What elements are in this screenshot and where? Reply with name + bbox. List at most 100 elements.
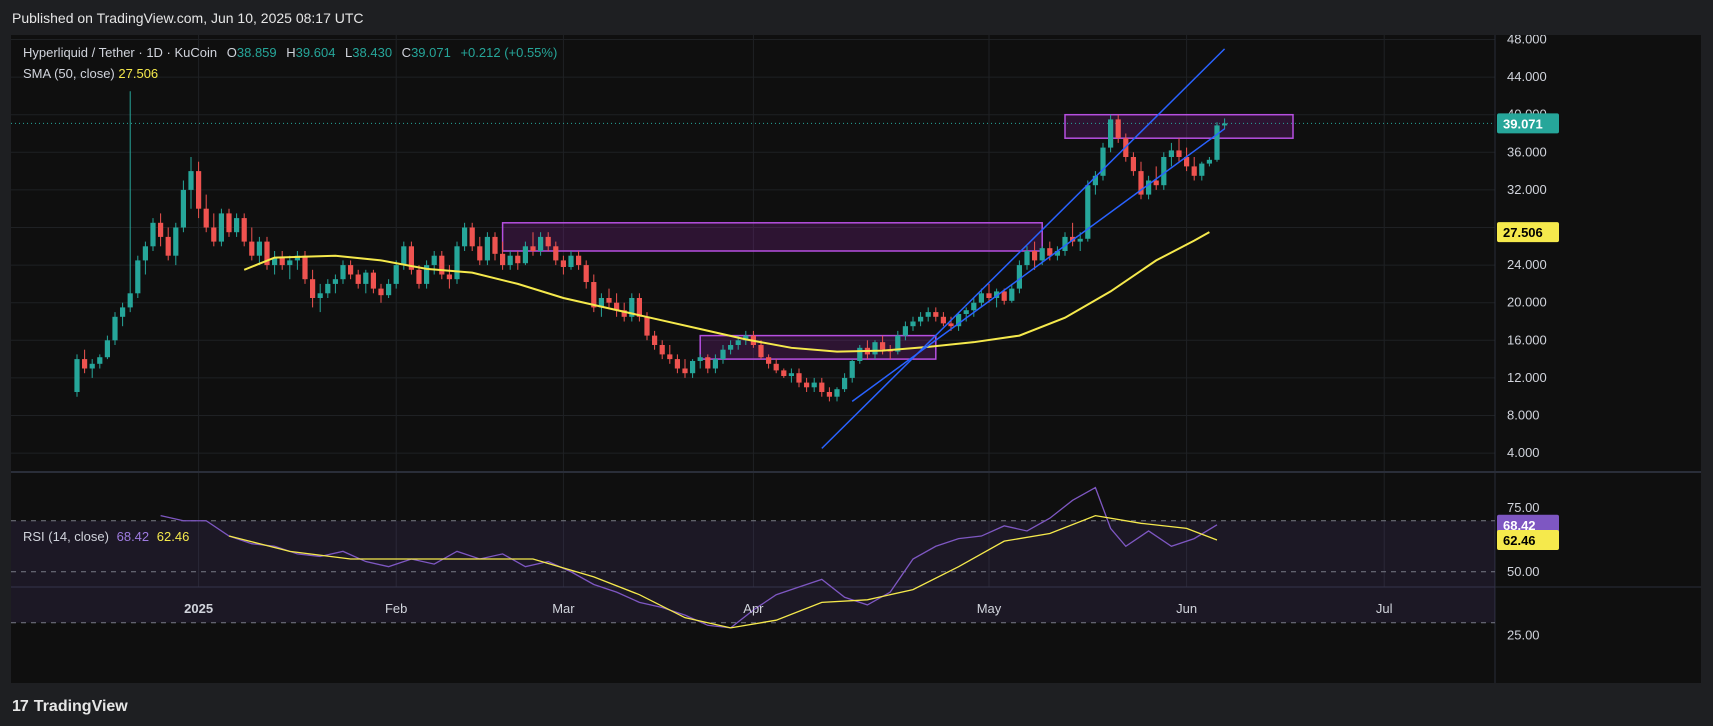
candle-body [1001, 291, 1007, 301]
candle-body [659, 345, 665, 355]
candle-body [492, 236, 498, 254]
footer-brand[interactable]: 17 TradingView [12, 694, 128, 720]
price-axis-tick: 16.000 [1507, 332, 1547, 347]
candle-body [310, 279, 316, 298]
candle-body [690, 360, 696, 374]
candle-body [325, 283, 331, 294]
price-axis-tick: 12.000 [1507, 370, 1547, 385]
candle-body [1191, 166, 1197, 176]
candle-body [1222, 123, 1228, 126]
candle-body [173, 227, 179, 256]
candle-body [948, 323, 954, 327]
candle-body [484, 236, 490, 261]
candle-body [583, 265, 589, 283]
candle-body [902, 326, 908, 336]
candle-body [674, 359, 680, 369]
candle-body [393, 265, 399, 284]
chart-canvas[interactable]: 48.00044.00040.00036.00032.00028.00024.0… [11, 35, 1701, 683]
candle-body [1199, 163, 1205, 176]
candle-body [606, 298, 612, 303]
candle-body [568, 255, 574, 267]
candle-body [287, 260, 293, 266]
candle-body [522, 246, 528, 264]
price-axis-tick: 44.000 [1507, 69, 1547, 84]
candle-body [553, 246, 559, 261]
rsi-ma-value: 62.46 [156, 529, 190, 544]
resistance-zone [699, 334, 937, 360]
candle-body [773, 363, 779, 371]
candle-body [1009, 288, 1015, 301]
candle-body [1206, 159, 1212, 164]
time-axis-tick: Apr [743, 601, 764, 616]
candle-body [644, 316, 650, 336]
candle-body [1168, 150, 1174, 157]
candle-body [720, 349, 726, 360]
chart-frame[interactable]: 48.00044.00040.00036.00032.00028.00024.0… [11, 35, 1701, 683]
candle-body [1214, 125, 1220, 160]
candle-body [842, 377, 848, 390]
rsi-axis-tick: 25.00 [1507, 628, 1540, 643]
candle-body [507, 255, 513, 266]
time-axis-tick: Jul [1376, 601, 1393, 616]
open-value: 38.859 [236, 45, 277, 60]
candle-body [811, 382, 817, 388]
high-label: H [286, 45, 296, 60]
candle-body [925, 312, 931, 317]
candle-body [530, 246, 536, 251]
candle-body [918, 316, 924, 322]
time-axis-tick: May [977, 601, 1002, 616]
candle-body [940, 316, 946, 324]
candle-body [515, 255, 521, 264]
price-axis-tick: 4.000 [1507, 445, 1540, 460]
candle-body [978, 293, 984, 303]
candle-body [849, 360, 855, 378]
candle-body [218, 213, 224, 242]
close-value: 39.071 [411, 45, 451, 60]
brand-name: TradingView [33, 698, 128, 715]
time-axis-tick: Feb [385, 601, 407, 616]
price-axis-tick: 24.000 [1507, 257, 1547, 272]
candle-body [1108, 119, 1114, 148]
candle-body [1176, 150, 1182, 157]
candle-body [203, 208, 209, 228]
sma-label: SMA (50, close) [23, 66, 115, 81]
candle-body [477, 246, 483, 261]
price-axis-tick: 36.000 [1507, 144, 1547, 159]
candle-body [226, 213, 232, 233]
candle-body [446, 274, 452, 280]
candle-body [545, 236, 551, 247]
candle-body [196, 171, 202, 209]
time-axis-tick: Jun [1176, 601, 1197, 616]
candle-body [120, 307, 126, 317]
change-value: +0.212 (+0.55%) [460, 45, 558, 60]
rsi-ma-badge: 62.46 [1503, 533, 1536, 548]
close-label: C [401, 45, 412, 60]
sma-value: 27.506 [118, 66, 159, 81]
candle-body [249, 241, 255, 256]
candle-body [728, 345, 734, 350]
candle-body [667, 354, 673, 360]
candle-body [880, 342, 886, 350]
candle-body [986, 293, 992, 298]
candle-body [697, 357, 703, 361]
candle-body [1077, 238, 1083, 242]
candle-body [538, 236, 544, 251]
candle-body [834, 389, 840, 397]
candle-body [74, 359, 80, 392]
candle-body [150, 222, 156, 247]
time-axis-tick: Mar [552, 601, 575, 616]
candle-body [104, 340, 110, 358]
symbol-name: Hyperliquid / Tether · 1D · KuCoin [23, 45, 218, 60]
price-axis-tick: 48.000 [1507, 35, 1547, 47]
candle-body [758, 345, 764, 358]
candle-body [142, 246, 148, 261]
candle-body [180, 189, 186, 228]
candle-body [348, 265, 354, 275]
candle-body [500, 253, 506, 266]
published-caption: Published on TradingView.com, Jun 10, 20… [12, 10, 364, 26]
candle-body [766, 357, 772, 364]
candle-body [165, 236, 171, 256]
candle-body [705, 357, 711, 369]
candle-body [279, 257, 285, 266]
candle-body [804, 382, 810, 388]
